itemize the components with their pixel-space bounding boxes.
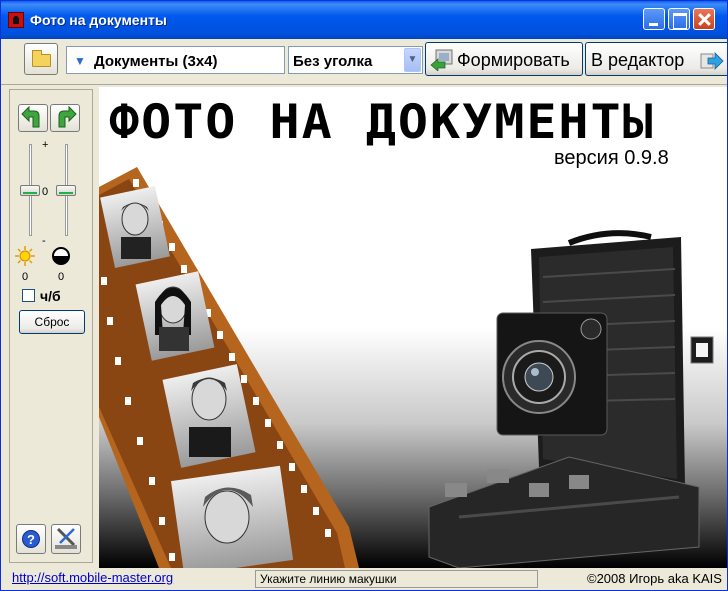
tools-icon [55,527,77,549]
form-button[interactable]: Формировать [425,42,583,76]
rotate-left-icon [21,105,40,128]
corner-select-value: Без уголка [293,53,373,70]
website-link[interactable]: http://soft.mobile-master.org [12,570,173,585]
reset-button[interactable]: Сброс [19,310,85,334]
slider-minus-label: - [42,235,46,247]
document-type-selector[interactable]: ▼ Документы (3x4) [66,46,285,74]
toolbar: ▼ Документы (3x4) Без уголка ▼ Формирова… [1,39,727,85]
bw-label: ч/б [40,288,61,304]
rotate-right-button[interactable] [50,104,80,132]
brightness-value: 0 [22,271,29,283]
maximize-button[interactable] [668,8,690,30]
rotate-right-icon [58,105,77,128]
to-editor-label: В редактор [591,50,685,70]
help-button[interactable]: ? [16,524,46,554]
settings-button[interactable] [51,524,81,554]
window-title: Фото на документы [30,12,167,28]
to-editor-button[interactable]: В редактор [585,42,727,76]
dropdown-arrow-icon[interactable]: ▼ [404,48,421,72]
adjust-panel: + 0 - 0 0 ч/б Сброс ? [9,89,93,563]
contrast-slider-thumb[interactable] [56,185,76,196]
copyright-text: ©2008 Игорь aka KAIS [587,571,722,586]
status-hint: Укажите линию макушки [255,570,538,588]
status-bar: http://soft.mobile-master.org Укажите ли… [1,568,727,590]
contrast-value: 0 [58,271,65,283]
image-canvas[interactable]: ФОТО НА ДОКУМЕНТЫ версия 0.9.8 [99,87,727,568]
form-button-label: Формировать [457,50,570,70]
brightness-icon [15,246,35,266]
arrow-right-icon [700,52,724,70]
camera-image [428,230,714,568]
app-icon [8,12,24,28]
folder-icon [32,50,51,67]
app-window: Фото на документы ▼ Документы (3x4) Без … [0,0,728,591]
brightness-slider-thumb[interactable] [20,185,40,196]
document-type-label: Документы (3x4) [94,53,218,70]
slider-zero-label: 0 [42,186,49,198]
close-button[interactable] [693,8,715,30]
title-bar[interactable]: Фото на документы [1,1,727,39]
photo-arrow-icon [430,49,453,71]
open-file-button[interactable] [24,43,58,75]
bw-checkbox[interactable] [22,289,35,302]
chevron-down-icon: ▼ [74,54,86,68]
contrast-icon [52,247,70,265]
corner-select[interactable]: Без уголка ▼ [288,46,423,74]
slider-plus-label: + [42,139,49,151]
rotate-left-button[interactable] [18,104,48,132]
minimize-button[interactable] [643,8,665,30]
help-icon: ? [22,530,40,548]
